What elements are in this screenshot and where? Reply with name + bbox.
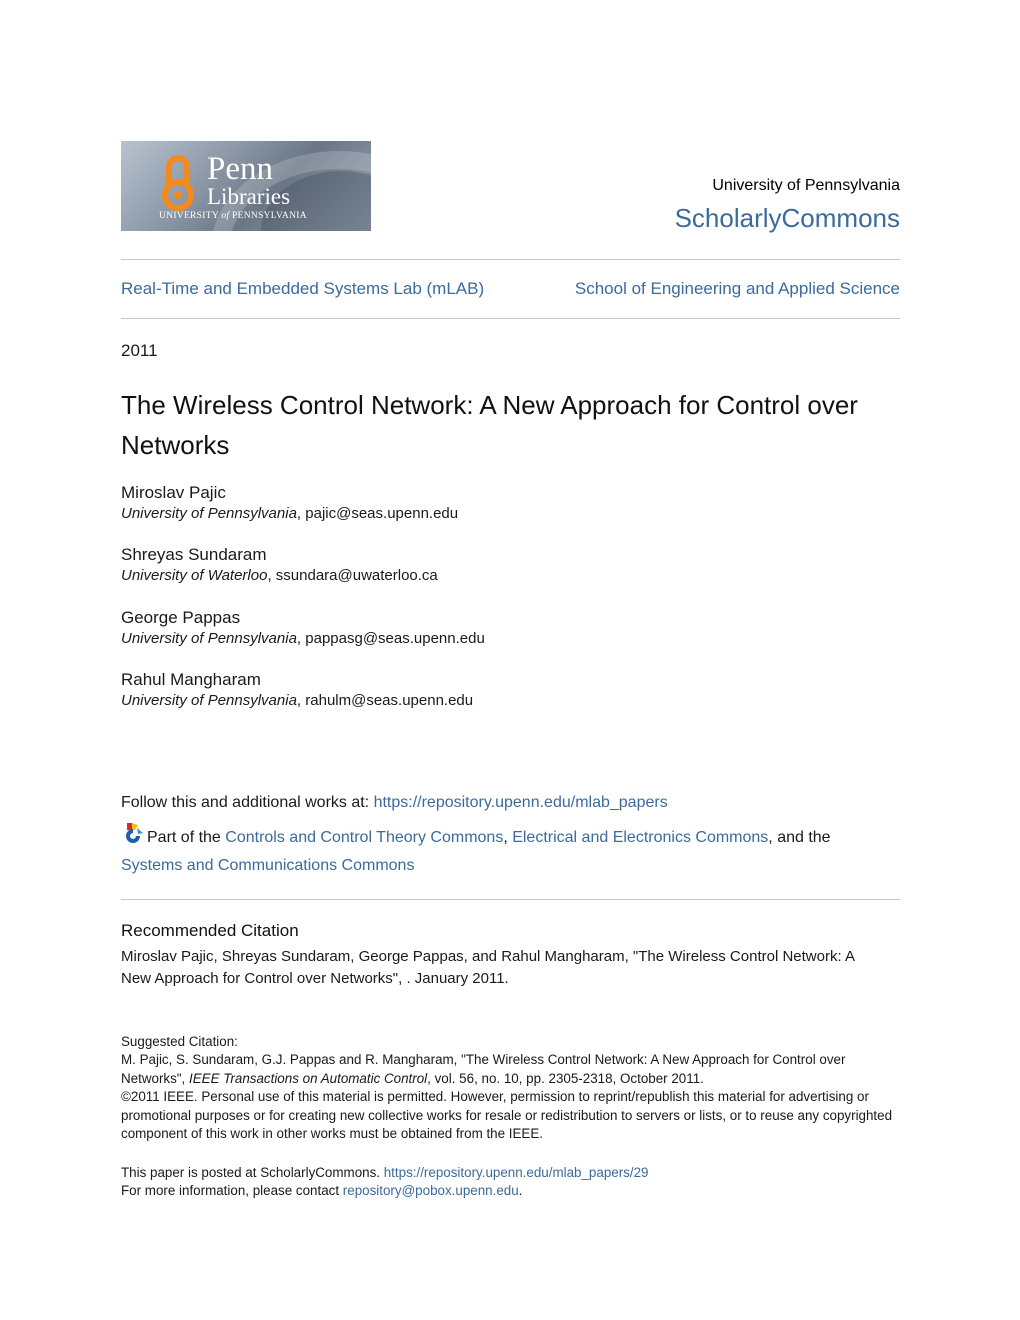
author-name: Shreyas Sundaram xyxy=(121,545,267,564)
author-email: pajic@seas.upenn.edu xyxy=(305,505,459,522)
author-email: rahulm@seas.upenn.edu xyxy=(305,692,474,709)
publication-year: 2011 xyxy=(121,341,158,360)
part-of-line: Part of the Controls and Control Theory … xyxy=(121,823,901,880)
author-affiliation: University of Pennsylvania, pappasg@seas… xyxy=(121,630,485,647)
open-access-lock-dot xyxy=(174,191,182,199)
author-email: pappasg@seas.upenn.edu xyxy=(305,630,485,647)
follow-line: Follow this and additional works at: htt… xyxy=(121,794,668,812)
logo-brand: Penn xyxy=(207,151,273,187)
author-affiliation: University of Pennsylvania, rahulm@seas.… xyxy=(121,692,474,709)
author-email: ssundara@uwaterloo.ca xyxy=(275,567,438,584)
author-entry: Miroslav Pajic University of Pennsylvani… xyxy=(121,482,458,524)
author-institution: University of Pennsylvania xyxy=(121,505,297,522)
penn-libraries-logo[interactable]: Penn Libraries UNIVERSITY of PENNSYLVANI… xyxy=(121,141,371,231)
discipline-link[interactable]: Electrical and Electronics Commons xyxy=(512,829,768,846)
repository-link[interactable]: ScholarlyCommons xyxy=(675,203,900,234)
author-institution: University of Waterloo xyxy=(121,567,268,584)
suggested-citation-label: Suggested Citation: xyxy=(121,1034,238,1049)
discipline-link[interactable]: Systems and Communications Commons xyxy=(121,857,414,874)
and-the-text: , and the xyxy=(768,829,831,846)
divider xyxy=(121,259,900,260)
contact-prefix: For more information, please contact xyxy=(121,1183,343,1199)
part-of-prefix: Part of the xyxy=(147,829,226,846)
contact-suffix: . xyxy=(518,1183,523,1199)
paper-link[interactable]: https://repository.upenn.edu/mlab_papers… xyxy=(384,1165,649,1180)
posted-line: This paper is posted at ScholarlyCommons… xyxy=(121,1164,901,1182)
author-entry: Rahul Mangharam University of Pennsylvan… xyxy=(121,669,473,711)
separator: , xyxy=(503,829,513,846)
posted-info: This paper is posted at ScholarlyCommons… xyxy=(121,1164,901,1201)
citation-part: , vol. 56, no. 10, pp. 2305-2318, Octobe… xyxy=(427,1070,704,1086)
suggested-citation: Suggested Citation: M. Pajic, S. Sundara… xyxy=(121,1033,901,1143)
department-link[interactable]: Real-Time and Embedded Systems Lab (mLAB… xyxy=(121,279,484,299)
posted-prefix: This paper is posted at ScholarlyCommons… xyxy=(121,1165,384,1180)
author-institution: University of Pennsylvania xyxy=(121,630,297,647)
contact-line: For more information, please contact rep… xyxy=(121,1182,901,1200)
contact-email-link[interactable]: repository@pobox.upenn.edu xyxy=(343,1183,519,1198)
paper-title: The Wireless Control Network: A New Appr… xyxy=(121,390,858,460)
recommended-citation-text: Miroslav Pajic, Shreyas Sundaram, George… xyxy=(121,948,855,987)
collection-link[interactable]: https://repository.upenn.edu/mlab_papers xyxy=(374,794,668,811)
author-name: George Pappas xyxy=(121,608,241,627)
follow-label: Follow this and additional works at: xyxy=(121,794,374,811)
author-entry: Shreyas Sundaram University of Waterloo,… xyxy=(121,544,438,586)
author-institution: University of Pennsylvania xyxy=(121,692,297,709)
suggested-citation-text: M. Pajic, S. Sundaram, G.J. Pappas and R… xyxy=(121,1051,901,1088)
school-link[interactable]: School of Engineering and Applied Scienc… xyxy=(575,279,900,299)
author-name: Miroslav Pajic xyxy=(121,483,226,502)
bepress-commons-icon xyxy=(121,823,145,845)
journal-name: IEEE Transactions on Automatic Control xyxy=(189,1070,428,1086)
author-affiliation: University of Waterloo, ssundara@uwaterl… xyxy=(121,567,438,584)
institution-name: University of Pennsylvania xyxy=(712,177,900,194)
logo-institution: UNIVERSITY of PENNSYLVANIA xyxy=(159,211,307,221)
copyright-notice: ©2011 IEEE. Personal use of this materia… xyxy=(121,1089,893,1142)
discipline-link[interactable]: Controls and Control Theory Commons xyxy=(225,829,503,846)
author-entry: George Pappas University of Pennsylvania… xyxy=(121,607,485,649)
author-affiliation: University of Pennsylvania, pajic@seas.u… xyxy=(121,505,459,522)
divider xyxy=(121,318,900,319)
recommended-citation-heading: Recommended Citation xyxy=(121,921,299,940)
divider xyxy=(121,899,900,900)
logo-subbrand: Libraries xyxy=(207,184,291,209)
author-name: Rahul Mangharam xyxy=(121,670,261,689)
